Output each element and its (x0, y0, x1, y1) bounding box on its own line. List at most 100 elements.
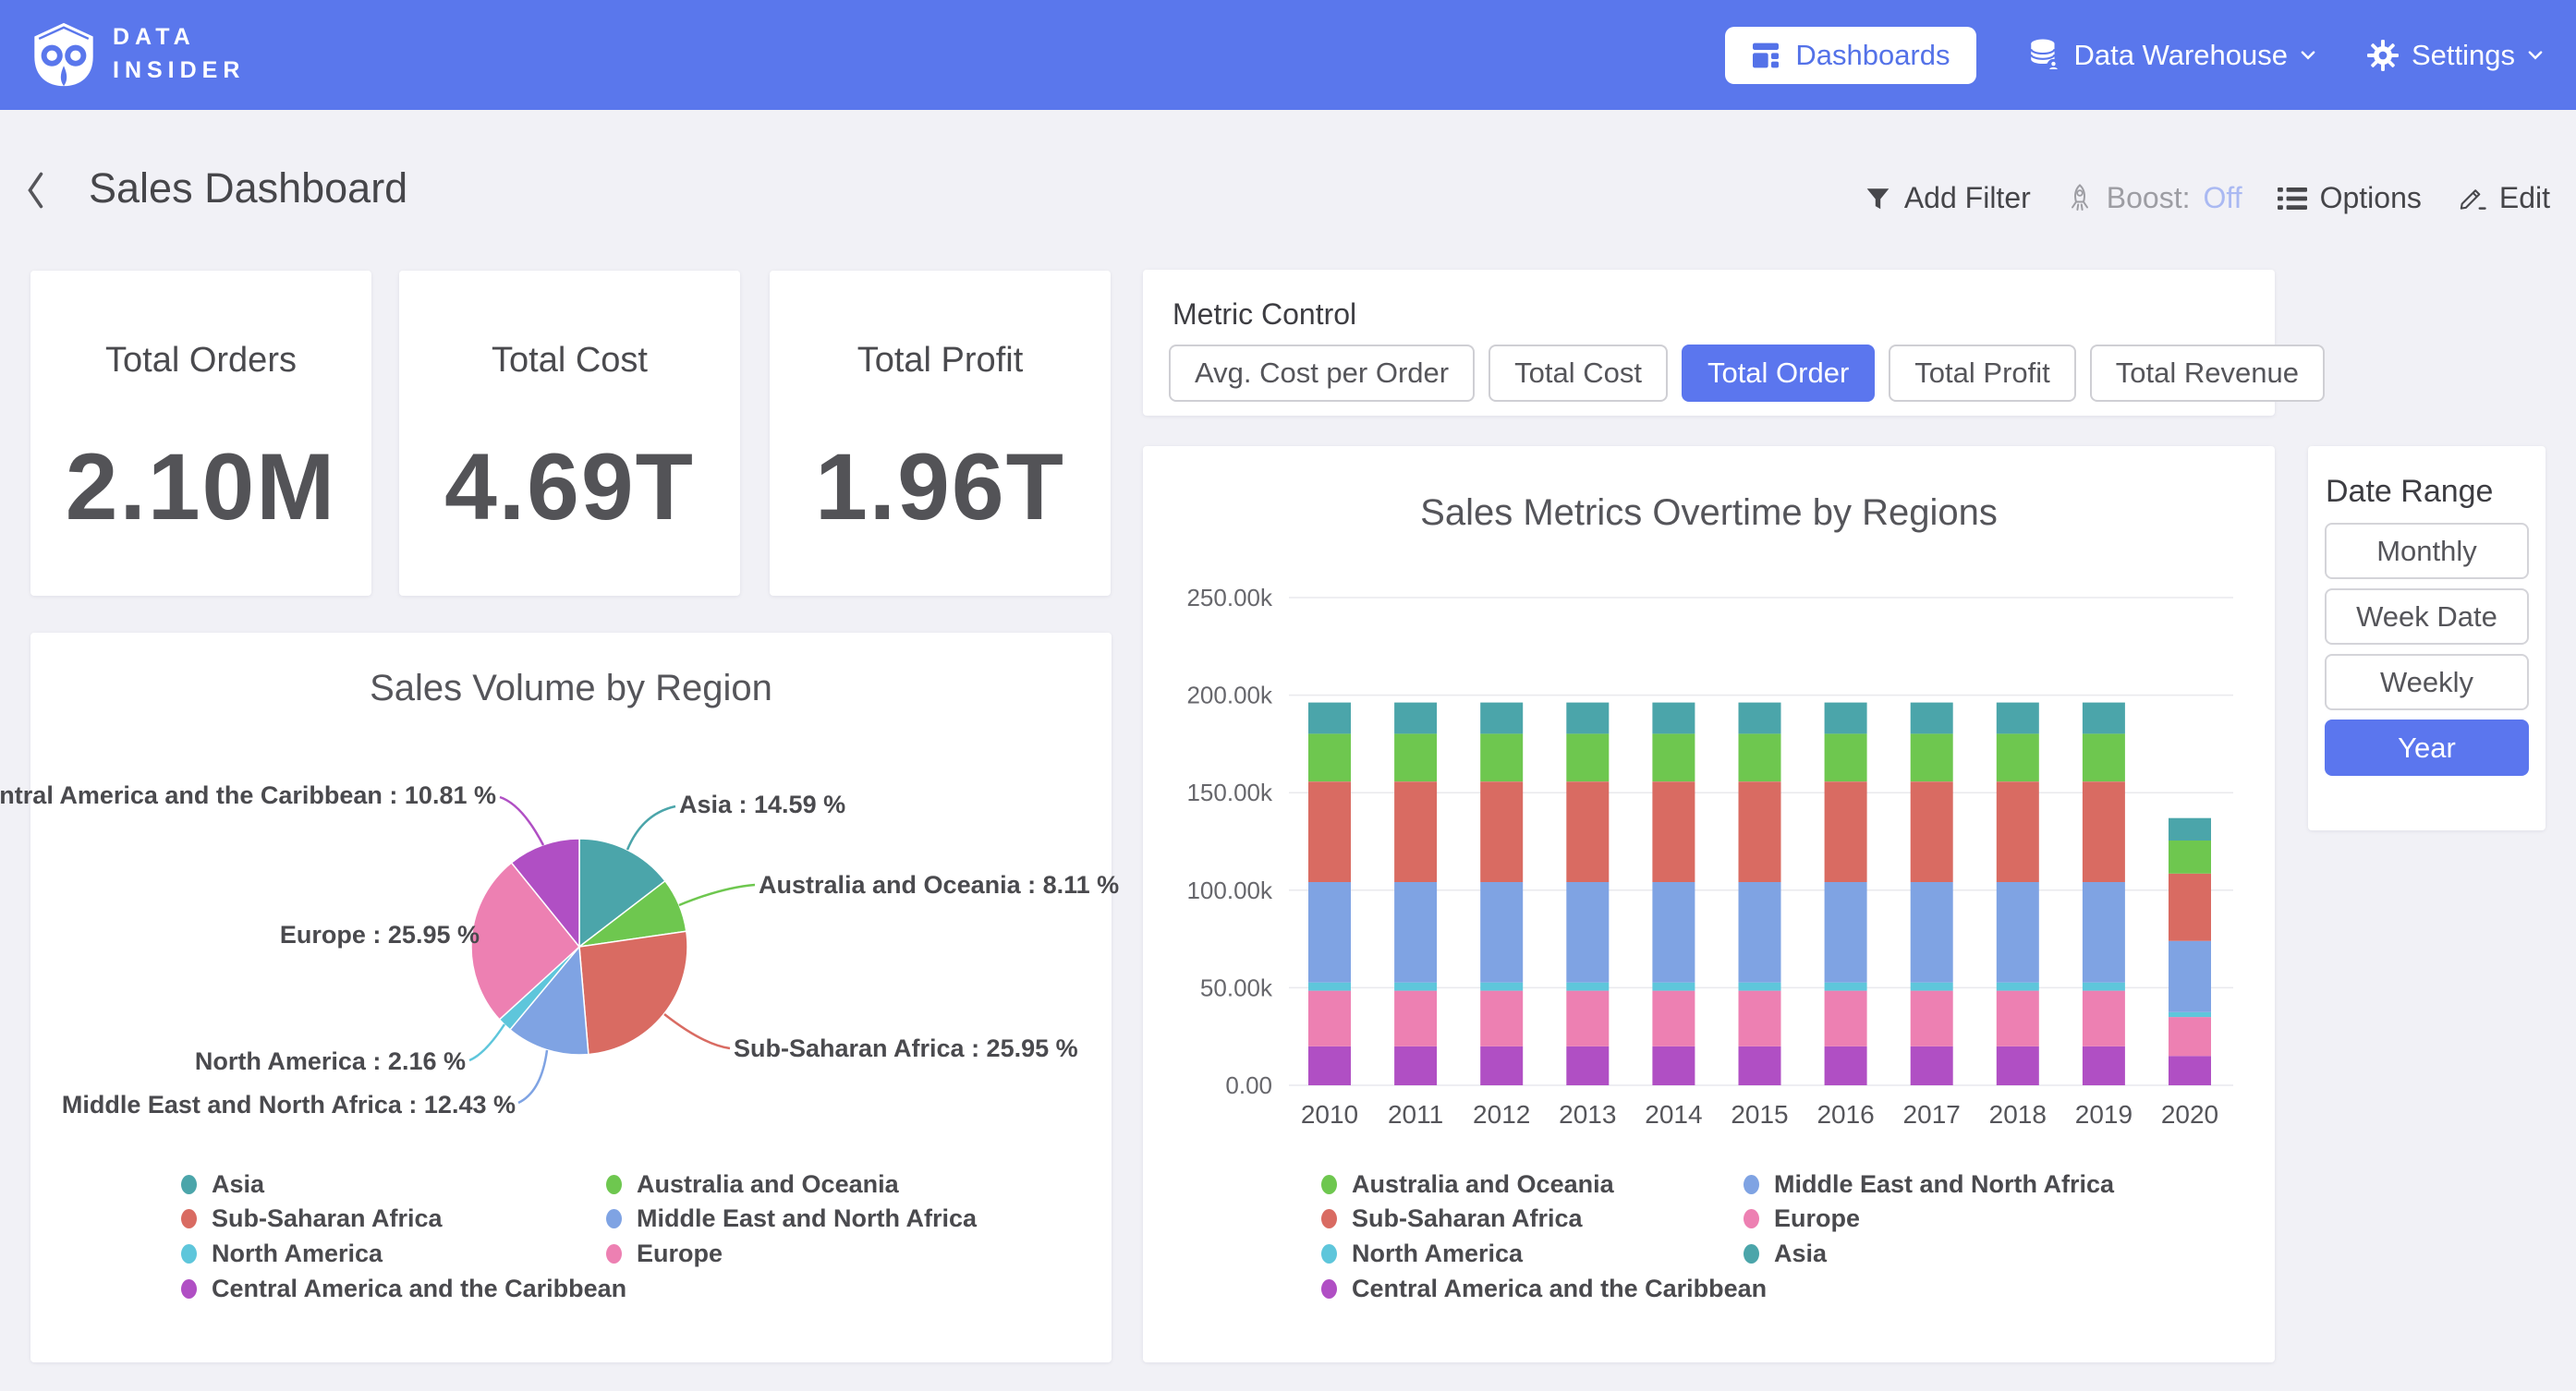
bar-segment-2019-asia[interactable] (2083, 991, 2125, 1046)
bar-segment-2014-sub-saharan-africa[interactable] (1652, 781, 1695, 882)
legend-item-middle-east-and-north-africa[interactable]: Middle East and North Africa (1744, 1169, 2114, 1199)
bar-segment-2011-north-america[interactable] (1394, 983, 1437, 991)
bar-segment-2015-north-america[interactable] (1739, 983, 1781, 991)
bar-segment-2012-sub-saharan-africa[interactable] (1480, 781, 1523, 882)
legend-item-europe[interactable]: Europe (1744, 1204, 1860, 1233)
back-button[interactable] (24, 170, 48, 211)
bar-segment-2016-north-america[interactable] (1825, 983, 1867, 991)
legend-item-north-america[interactable]: North America (181, 1239, 383, 1268)
bar-segment-2010-sub-saharan-africa[interactable] (1308, 781, 1351, 882)
bar-segment-2016-europe[interactable] (1825, 882, 1867, 983)
bar-segment-2016-asia[interactable] (1825, 991, 1867, 1046)
bar-segment-2013-europe[interactable] (1566, 882, 1609, 983)
bar-segment-2020-asia[interactable] (2169, 1017, 2211, 1056)
bar-segment-2017-australia-and-oceania[interactable] (1911, 703, 1953, 734)
bar-segment-2016-australia-and-oceania[interactable] (1825, 703, 1867, 734)
bar-segment-2017-north-america[interactable] (1911, 983, 1953, 991)
date-option-monthly[interactable]: Monthly (2325, 523, 2529, 579)
bar-segment-2013-australia-and-oceania[interactable] (1566, 703, 1609, 734)
bar-segment-2010-asia[interactable] (1308, 991, 1351, 1046)
bar-segment-2013-central-america-and-the-caribbean[interactable] (1566, 1046, 1609, 1085)
bar-segment-2020-australia-and-oceania[interactable] (2169, 818, 2211, 841)
bar-segment-2011-central-america-and-the-caribbean[interactable] (1394, 1046, 1437, 1085)
bar-segment-2018-middle-east-and-north-africa[interactable] (1997, 733, 2039, 781)
bar-segment-2013-middle-east-and-north-africa[interactable] (1566, 733, 1609, 781)
bar-segment-2020-middle-east-and-north-africa[interactable] (2169, 841, 2211, 874)
bar-segment-2014-north-america[interactable] (1652, 983, 1695, 991)
nav-tab-dashboards[interactable]: Dashboards (1725, 27, 1975, 84)
legend-item-europe[interactable]: Europe (606, 1239, 723, 1268)
bar-segment-2010-north-america[interactable] (1308, 983, 1351, 991)
bar-segment-2015-europe[interactable] (1739, 882, 1781, 983)
bar-segment-2014-australia-and-oceania[interactable] (1652, 703, 1695, 734)
bar-segment-2014-central-america-and-the-caribbean[interactable] (1652, 1046, 1695, 1085)
bar-segment-2017-central-america-and-the-caribbean[interactable] (1911, 1046, 1953, 1085)
bar-segment-2015-asia[interactable] (1739, 991, 1781, 1046)
pie-slice-sub-saharan-africa[interactable] (579, 931, 687, 1054)
bar-segment-2017-asia[interactable] (1911, 991, 1953, 1046)
bar-segment-2012-middle-east-and-north-africa[interactable] (1480, 733, 1523, 781)
bar-segment-2016-middle-east-and-north-africa[interactable] (1825, 733, 1867, 781)
legend-item-asia[interactable]: Asia (1744, 1239, 1827, 1268)
bar-segment-2012-australia-and-oceania[interactable] (1480, 703, 1523, 734)
bar-segment-2015-australia-and-oceania[interactable] (1739, 703, 1781, 734)
metric-option-avg-cost-per-order[interactable]: Avg. Cost per Order (1169, 345, 1475, 402)
bar-segment-2011-australia-and-oceania[interactable] (1394, 703, 1437, 734)
bar-segment-2012-europe[interactable] (1480, 882, 1523, 983)
bar-segment-2015-middle-east-and-north-africa[interactable] (1739, 733, 1781, 781)
bar-segment-2010-australia-and-oceania[interactable] (1308, 703, 1351, 734)
bar-segment-2017-europe[interactable] (1911, 882, 1953, 983)
bar-segment-2017-middle-east-and-north-africa[interactable] (1911, 733, 1953, 781)
metric-option-total-profit[interactable]: Total Profit (1889, 345, 2075, 402)
bar-segment-2012-central-america-and-the-caribbean[interactable] (1480, 1046, 1523, 1085)
bar-segment-2014-europe[interactable] (1652, 882, 1695, 983)
bar-segment-2018-asia[interactable] (1997, 991, 2039, 1046)
bar-segment-2013-north-america[interactable] (1566, 983, 1609, 991)
bar-segment-2019-middle-east-and-north-africa[interactable] (2083, 733, 2125, 781)
bar-segment-2016-sub-saharan-africa[interactable] (1825, 781, 1867, 882)
bar-segment-2011-asia[interactable] (1394, 991, 1437, 1046)
options-button[interactable]: Options (2278, 181, 2422, 215)
metric-option-total-revenue[interactable]: Total Revenue (2090, 345, 2325, 402)
bar-segment-2016-central-america-and-the-caribbean[interactable] (1825, 1046, 1867, 1085)
legend-item-sub-saharan-africa[interactable]: Sub-Saharan Africa (181, 1204, 443, 1233)
date-option-week-date[interactable]: Week Date (2325, 588, 2529, 645)
edit-button[interactable]: Edit (2457, 181, 2550, 215)
legend-item-central-america-and-the-caribbean[interactable]: Central America and the Caribbean (1321, 1274, 1767, 1303)
bar-segment-2019-australia-and-oceania[interactable] (2083, 703, 2125, 734)
bar-segment-2010-europe[interactable] (1308, 882, 1351, 983)
add-filter-button[interactable]: Add Filter (1865, 181, 2031, 215)
bar-segment-2018-sub-saharan-africa[interactable] (1997, 781, 2039, 882)
bar-segment-2014-middle-east-and-north-africa[interactable] (1652, 733, 1695, 781)
bar-segment-2019-sub-saharan-africa[interactable] (2083, 781, 2125, 882)
bar-segment-2012-north-america[interactable] (1480, 983, 1523, 991)
bar-segment-2010-middle-east-and-north-africa[interactable] (1308, 733, 1351, 781)
bar-segment-2012-asia[interactable] (1480, 991, 1523, 1046)
bar-segment-2020-europe[interactable] (2169, 941, 2211, 1012)
bar-segment-2019-north-america[interactable] (2083, 983, 2125, 991)
legend-item-north-america[interactable]: North America (1321, 1239, 1523, 1268)
bar-segment-2018-europe[interactable] (1997, 882, 2039, 983)
metric-option-total-cost[interactable]: Total Cost (1488, 345, 1668, 402)
bar-segment-2019-europe[interactable] (2083, 882, 2125, 983)
bar-segment-2013-sub-saharan-africa[interactable] (1566, 781, 1609, 882)
nav-menu-data-warehouse[interactable]: Data Warehouse (2028, 37, 2315, 74)
bar-segment-2019-central-america-and-the-caribbean[interactable] (2083, 1046, 2125, 1085)
bar-segment-2015-central-america-and-the-caribbean[interactable] (1739, 1046, 1781, 1085)
bar-segment-2018-central-america-and-the-caribbean[interactable] (1997, 1046, 2039, 1085)
legend-item-australia-and-oceania[interactable]: Australia and Oceania (606, 1169, 899, 1199)
bar-segment-2018-north-america[interactable] (1997, 983, 2039, 991)
legend-item-australia-and-oceania[interactable]: Australia and Oceania (1321, 1169, 1614, 1199)
legend-item-central-america-and-the-caribbean[interactable]: Central America and the Caribbean (181, 1274, 626, 1303)
legend-item-middle-east-and-north-africa[interactable]: Middle East and North Africa (606, 1204, 977, 1233)
bar-segment-2020-central-america-and-the-caribbean[interactable] (2169, 1056, 2211, 1085)
bar-segment-2011-middle-east-and-north-africa[interactable] (1394, 733, 1437, 781)
date-option-weekly[interactable]: Weekly (2325, 654, 2529, 710)
bar-segment-2011-sub-saharan-africa[interactable] (1394, 781, 1437, 882)
bar-segment-2020-sub-saharan-africa[interactable] (2169, 874, 2211, 941)
bar-segment-2014-asia[interactable] (1652, 991, 1695, 1046)
metric-option-total-order[interactable]: Total Order (1682, 345, 1875, 402)
bar-segment-2013-asia[interactable] (1566, 991, 1609, 1046)
bar-segment-2010-central-america-and-the-caribbean[interactable] (1308, 1046, 1351, 1085)
date-option-year[interactable]: Year (2325, 720, 2529, 776)
